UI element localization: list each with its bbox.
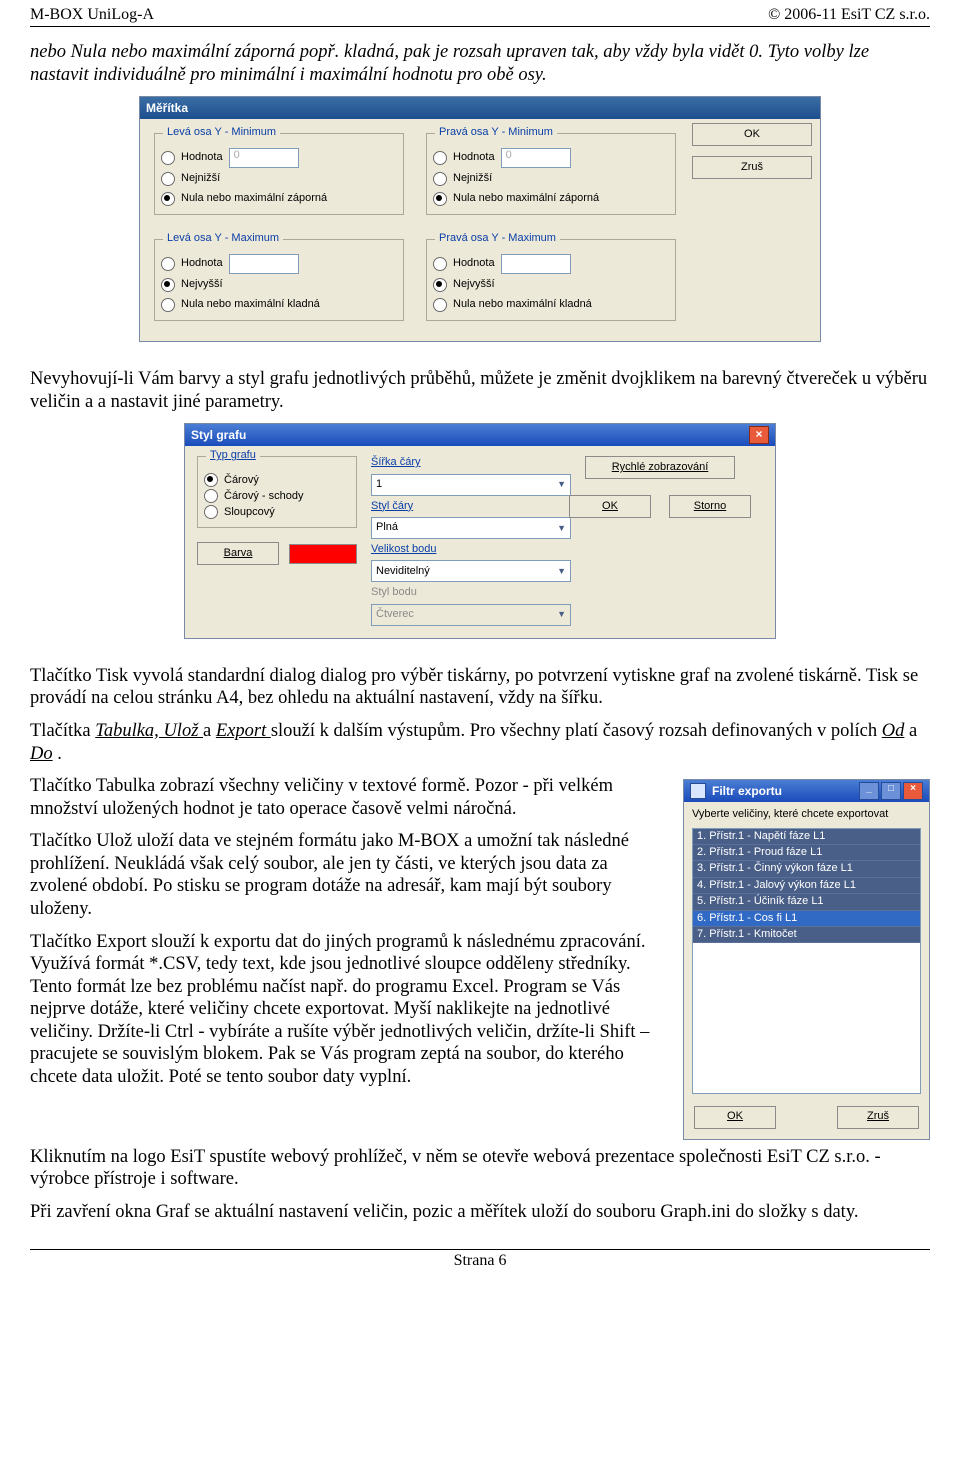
filtr-ok-button[interactable]: OK (694, 1106, 776, 1129)
radio-rmax-hodnota[interactable] (433, 257, 447, 271)
styl-storno-button[interactable]: Storno (669, 495, 751, 518)
select-styl-bodu: Čtverec▼ (371, 604, 571, 626)
radio-rmax-nejvyssi[interactable] (433, 278, 447, 292)
styl-ok-button[interactable]: OK (569, 495, 651, 518)
radio-lmax-nejvyssi[interactable] (161, 278, 175, 292)
label-styl-cary: Styl čáry (371, 500, 571, 513)
dialog-stylgrafu-title: Styl grafu (191, 428, 246, 443)
filtr-listbox[interactable]: 1. Přístr.1 - Napětí fáze L1 2. Přístr.1… (692, 828, 921, 1094)
group-right-max-legend: Pravá osa Y - Maximum (435, 232, 560, 245)
list-item[interactable]: 6. Přístr.1 - Cos fi L1 (693, 911, 920, 927)
filtr-label: Vyberte veličiny, které chcete exportova… (692, 808, 921, 821)
para-1: nebo Nula nebo maximální záporná popř. k… (30, 41, 930, 86)
radio-lmin-hodnota[interactable] (161, 151, 175, 165)
group-typ-grafu: Typ grafu Čárový Čárový - schody Sloupco… (197, 456, 357, 528)
close-icon[interactable]: × (749, 426, 769, 444)
dialog-meritka-title: Měřítka (146, 101, 188, 116)
chevron-down-icon: ▼ (557, 566, 566, 577)
color-swatch[interactable] (289, 544, 357, 564)
group-left-min-legend: Levá osa Y - Minimum (163, 126, 280, 139)
app-icon (690, 783, 706, 799)
group-left-max-legend: Levá osa Y - Maximum (163, 232, 283, 245)
barva-button[interactable]: Barva (197, 542, 279, 565)
radio-rmax-nula[interactable] (433, 298, 447, 312)
chevron-down-icon: ▼ (557, 479, 566, 490)
maximize-icon[interactable]: □ (881, 782, 901, 800)
dialog-stylgrafu: Styl grafu × Typ grafu Čárový Čárový - s… (184, 423, 776, 639)
doc-header: M-BOX UniLog-A © 2006-11 EsiT CZ s.r.o. (0, 0, 960, 26)
dialog-stylgrafu-titlebar[interactable]: Styl grafu × (185, 424, 775, 446)
group-left-max: Levá osa Y - Maximum Hodnota Nejvyšší Nu… (154, 239, 404, 321)
select-sirka-cary[interactable]: 1▼ (371, 474, 571, 496)
label-sirka-cary: Šířka čáry (371, 456, 571, 469)
para-7: Kliknutím na logo EsiT spustíte webový p… (30, 1146, 930, 1191)
header-left: M-BOX UniLog-A (30, 6, 154, 24)
select-velikost-bodu[interactable]: Neviditelný▼ (371, 560, 571, 582)
radio-rmin-hodnota[interactable] (433, 151, 447, 165)
label-styl-bodu: Styl bodu (371, 586, 571, 599)
dialog-filtr-titlebar[interactable]: Filtr exportu _ □ × (684, 780, 929, 802)
list-item[interactable]: 1. Přístr.1 - Napětí fáze L1 (693, 829, 920, 845)
header-right: © 2006-11 EsiT CZ s.r.o. (768, 6, 930, 24)
label-velikost-bodu: Velikost bodu (371, 543, 571, 556)
para-3a: Tlačítko Tisk vyvolá standardní dialog d… (30, 665, 930, 710)
chevron-down-icon: ▼ (557, 523, 566, 534)
radio-lmin-nula[interactable] (161, 192, 175, 206)
radio-rmin-nula[interactable] (433, 192, 447, 206)
group-typ-grafu-legend: Typ grafu (206, 449, 260, 462)
group-right-min: Pravá osa Y - Minimum Hodnota0 Nejnižší … (426, 133, 676, 215)
input-rmax-hodnota[interactable] (501, 254, 571, 274)
dialog-meritka-titlebar[interactable]: Měřítka (140, 97, 820, 119)
dialog-meritka: Měřítka Levá osa Y - Minimum Hodnota0 Ne… (139, 96, 821, 342)
radio-carovy[interactable] (204, 473, 218, 487)
radio-sloupcovy[interactable] (204, 505, 218, 519)
list-item[interactable]: 2. Přístr.1 - Proud fáze L1 (693, 845, 920, 861)
meritka-cancel-button[interactable]: Zruš (692, 156, 812, 179)
group-right-min-legend: Pravá osa Y - Minimum (435, 126, 557, 139)
rychle-button[interactable]: Rychlé zobrazování (585, 456, 735, 479)
input-lmax-hodnota[interactable] (229, 254, 299, 274)
minimize-icon[interactable]: _ (859, 782, 879, 800)
input-lmin-hodnota[interactable]: 0 (229, 148, 299, 168)
para-3b: Tlačítka Tabulka, Ulož a Export slouží k… (30, 720, 930, 765)
list-item[interactable]: 4. Přístr.1 - Jalový výkon fáze L1 (693, 878, 920, 894)
radio-rmin-nejnizsi[interactable] (433, 172, 447, 186)
close-icon[interactable]: × (903, 782, 923, 800)
dialog-filtr-title: Filtr exportu (712, 784, 782, 799)
list-item[interactable]: 5. Přístr.1 - Účiník fáze L1 (693, 894, 920, 910)
radio-carovy-schody[interactable] (204, 489, 218, 503)
radio-lmin-nejnizsi[interactable] (161, 172, 175, 186)
radio-lmax-hodnota[interactable] (161, 257, 175, 271)
group-right-max: Pravá osa Y - Maximum Hodnota Nejvyšší N… (426, 239, 676, 321)
footer: Strana 6 (30, 1249, 930, 1288)
filtr-zrus-button[interactable]: Zruš (837, 1106, 919, 1129)
header-rule (30, 26, 930, 27)
list-item[interactable]: 3. Přístr.1 - Činný výkon fáze L1 (693, 861, 920, 877)
select-styl-cary[interactable]: Plná▼ (371, 517, 571, 539)
input-rmin-hodnota[interactable]: 0 (501, 148, 571, 168)
dialog-filtr-exportu: Filtr exportu _ □ × Vyberte veličiny, kt… (683, 779, 930, 1139)
meritka-ok-button[interactable]: OK (692, 123, 812, 146)
para-8: Při zavření okna Graf se aktuální nastav… (30, 1201, 930, 1224)
radio-lmax-nula[interactable] (161, 298, 175, 312)
page-number: Strana 6 (454, 1252, 507, 1269)
list-item[interactable]: 7. Přístr.1 - Kmitočet (693, 927, 920, 943)
para-2: Nevyhovují-li Vám barvy a styl grafu jed… (30, 368, 930, 413)
chevron-down-icon: ▼ (557, 609, 566, 620)
group-left-min: Levá osa Y - Minimum Hodnota0 Nejnižší N… (154, 133, 404, 215)
